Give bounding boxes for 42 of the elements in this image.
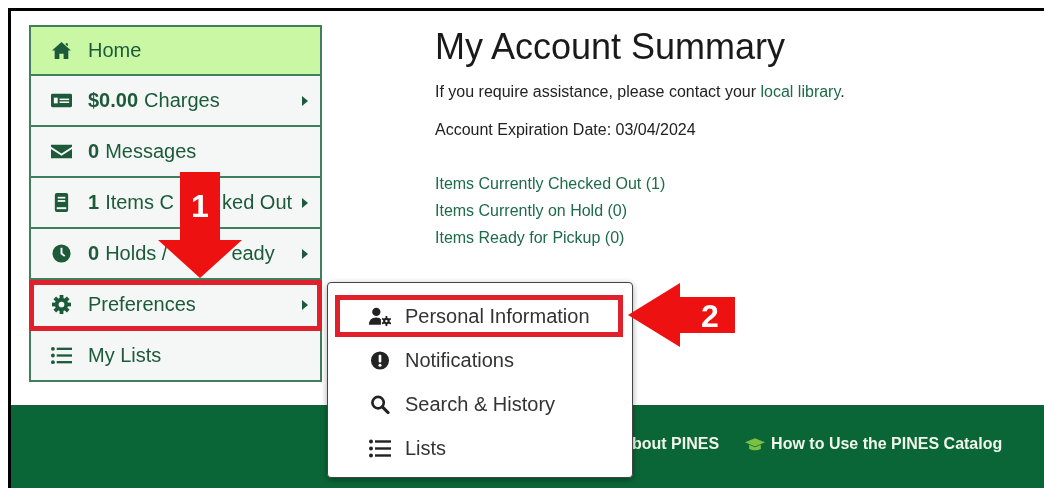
exclamation-icon <box>369 350 391 370</box>
callout-number: 1 <box>191 188 209 224</box>
menu-item[interactable]: Search & History <box>334 382 624 426</box>
sidebar-item[interactable]: My Lists <box>29 331 322 382</box>
sidebar-item[interactable]: Home <box>29 25 322 76</box>
sidebar-item[interactable]: Preferences <box>29 280 322 331</box>
menu-item[interactable]: Personal Information <box>334 294 624 338</box>
page-title: My Account Summary <box>435 27 787 67</box>
summary-link[interactable]: Items Ready for Pickup (0) <box>435 229 625 247</box>
menu-item[interactable]: Lists <box>334 426 624 470</box>
search-icon <box>369 394 391 414</box>
envelope-icon <box>51 142 72 161</box>
money-icon <box>51 91 72 110</box>
summary-link[interactable]: Items Currently Checked Out (1) <box>435 175 666 193</box>
item-count: 0 <box>88 242 100 265</box>
clock-icon <box>51 244 72 263</box>
callout-number: 2 <box>701 298 719 334</box>
user-gear-icon <box>369 306 391 326</box>
gear-icon <box>51 295 72 314</box>
item-label: Messages <box>105 140 197 163</box>
item-label: Home <box>88 39 142 62</box>
library-link[interactable]: local library <box>760 83 841 100</box>
item-label: eady <box>231 242 275 265</box>
list-icon <box>369 438 391 458</box>
list-icon <box>51 346 72 365</box>
item-label: ked Out <box>222 191 293 214</box>
item-label: Charges <box>144 89 220 112</box>
item-label: Preferences <box>88 293 196 316</box>
item-label: Items C <box>105 191 175 214</box>
sidebar-item[interactable]: 0 Messages <box>29 127 322 178</box>
expiration-date: Account Expiration Date: 03/04/2024 <box>435 121 697 139</box>
item-count: 0 <box>88 140 100 163</box>
sidebar-item[interactable]: $0.00 Charges <box>29 76 322 127</box>
assistance-text: If you require assistance, please contact your local library. <box>435 83 845 101</box>
summary-link[interactable]: Items Currently on Hold (0) <box>435 202 628 220</box>
footer-link[interactable]: How to Use the PINES Catalog <box>745 434 1003 453</box>
home-icon <box>51 41 72 60</box>
footer-link[interactable]: bout PINES <box>632 434 720 453</box>
item-label: My Lists <box>88 344 162 367</box>
menu-item[interactable]: Notifications <box>334 338 624 382</box>
item-count: $0.00 <box>88 89 139 112</box>
item-count: 1 <box>88 191 100 214</box>
